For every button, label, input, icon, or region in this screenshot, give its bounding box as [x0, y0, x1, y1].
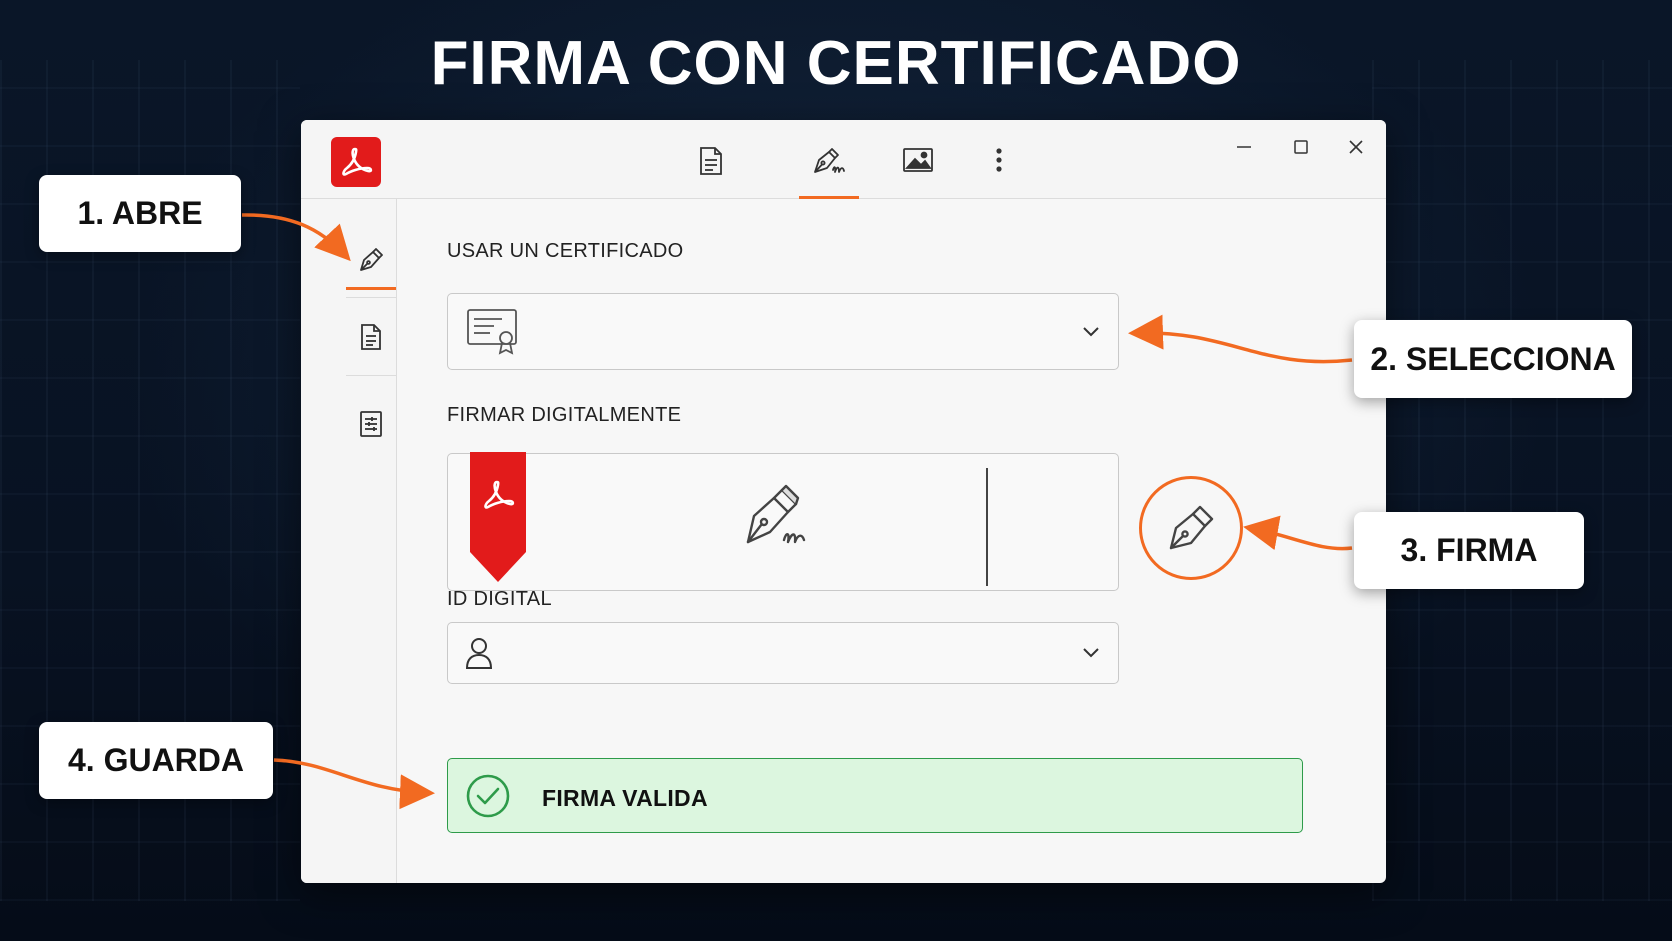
sidebar-divider [346, 375, 396, 376]
signature-field[interactable] [447, 452, 1119, 591]
acrobat-logo-icon[interactable] [331, 137, 381, 187]
user-icon [465, 638, 493, 669]
check-circle-icon [466, 774, 510, 818]
acrobat-ribbon-icon [470, 452, 526, 582]
close-button[interactable] [1341, 132, 1371, 162]
step-1-callout: 1. ABRE [39, 175, 241, 252]
image-icon [903, 148, 933, 172]
top-toolbar [301, 120, 1386, 199]
maximize-button[interactable] [1286, 132, 1316, 162]
sign-button[interactable] [1139, 476, 1243, 580]
sidebar-item-forms[interactable] [346, 394, 396, 454]
status-text: FIRMA VALIDA [542, 785, 708, 811]
minimize-button[interactable] [1229, 132, 1259, 162]
document-icon [361, 324, 381, 350]
pen-icon [1169, 505, 1214, 550]
tab-document[interactable] [681, 138, 741, 198]
sidebar [301, 199, 397, 883]
sign-label: FIRMAR DIGITALMENTE [447, 404, 682, 426]
chevron-down-icon[interactable] [1082, 647, 1100, 659]
certificate-select[interactable] [447, 293, 1119, 370]
certificate-icon [467, 309, 517, 355]
step-2-callout: 2. SELECCIONA [1354, 320, 1632, 398]
certificate-label: USAR UN CERTIFICADO [447, 240, 684, 262]
maximize-icon [1294, 140, 1308, 154]
sidebar-divider [346, 297, 396, 298]
tab-more[interactable] [969, 138, 1029, 198]
document-icon [700, 147, 722, 175]
sidebar-item-document[interactable] [346, 307, 396, 367]
chevron-down-icon[interactable] [1082, 326, 1100, 338]
step-4-callout: 4. GUARDA [39, 722, 273, 799]
pen-icon [360, 248, 383, 271]
signature-pen-icon [814, 148, 845, 173]
sidebar-item-sign[interactable] [346, 230, 396, 290]
signature-pen-icon [746, 484, 806, 544]
minimize-icon [1237, 146, 1251, 148]
digital-id-label: ID DIGITAL [447, 588, 552, 610]
close-icon [1349, 140, 1363, 154]
tab-image[interactable] [888, 138, 948, 198]
more-vertical-icon [996, 148, 1002, 172]
step-3-callout: 3. FIRMA [1354, 512, 1584, 589]
digital-id-select[interactable] [447, 622, 1119, 684]
form-list-icon [360, 411, 382, 437]
app-window: USAR UN CERTIFICADO FIRMAR DIGITALMENTE … [301, 120, 1386, 883]
signature-divider [986, 468, 988, 586]
background-building-right [1372, 60, 1672, 901]
tab-sign[interactable] [799, 138, 859, 199]
validation-status: FIRMA VALIDA [447, 758, 1303, 833]
page-title: FIRMA CON CERTIFICADO [430, 29, 1242, 98]
